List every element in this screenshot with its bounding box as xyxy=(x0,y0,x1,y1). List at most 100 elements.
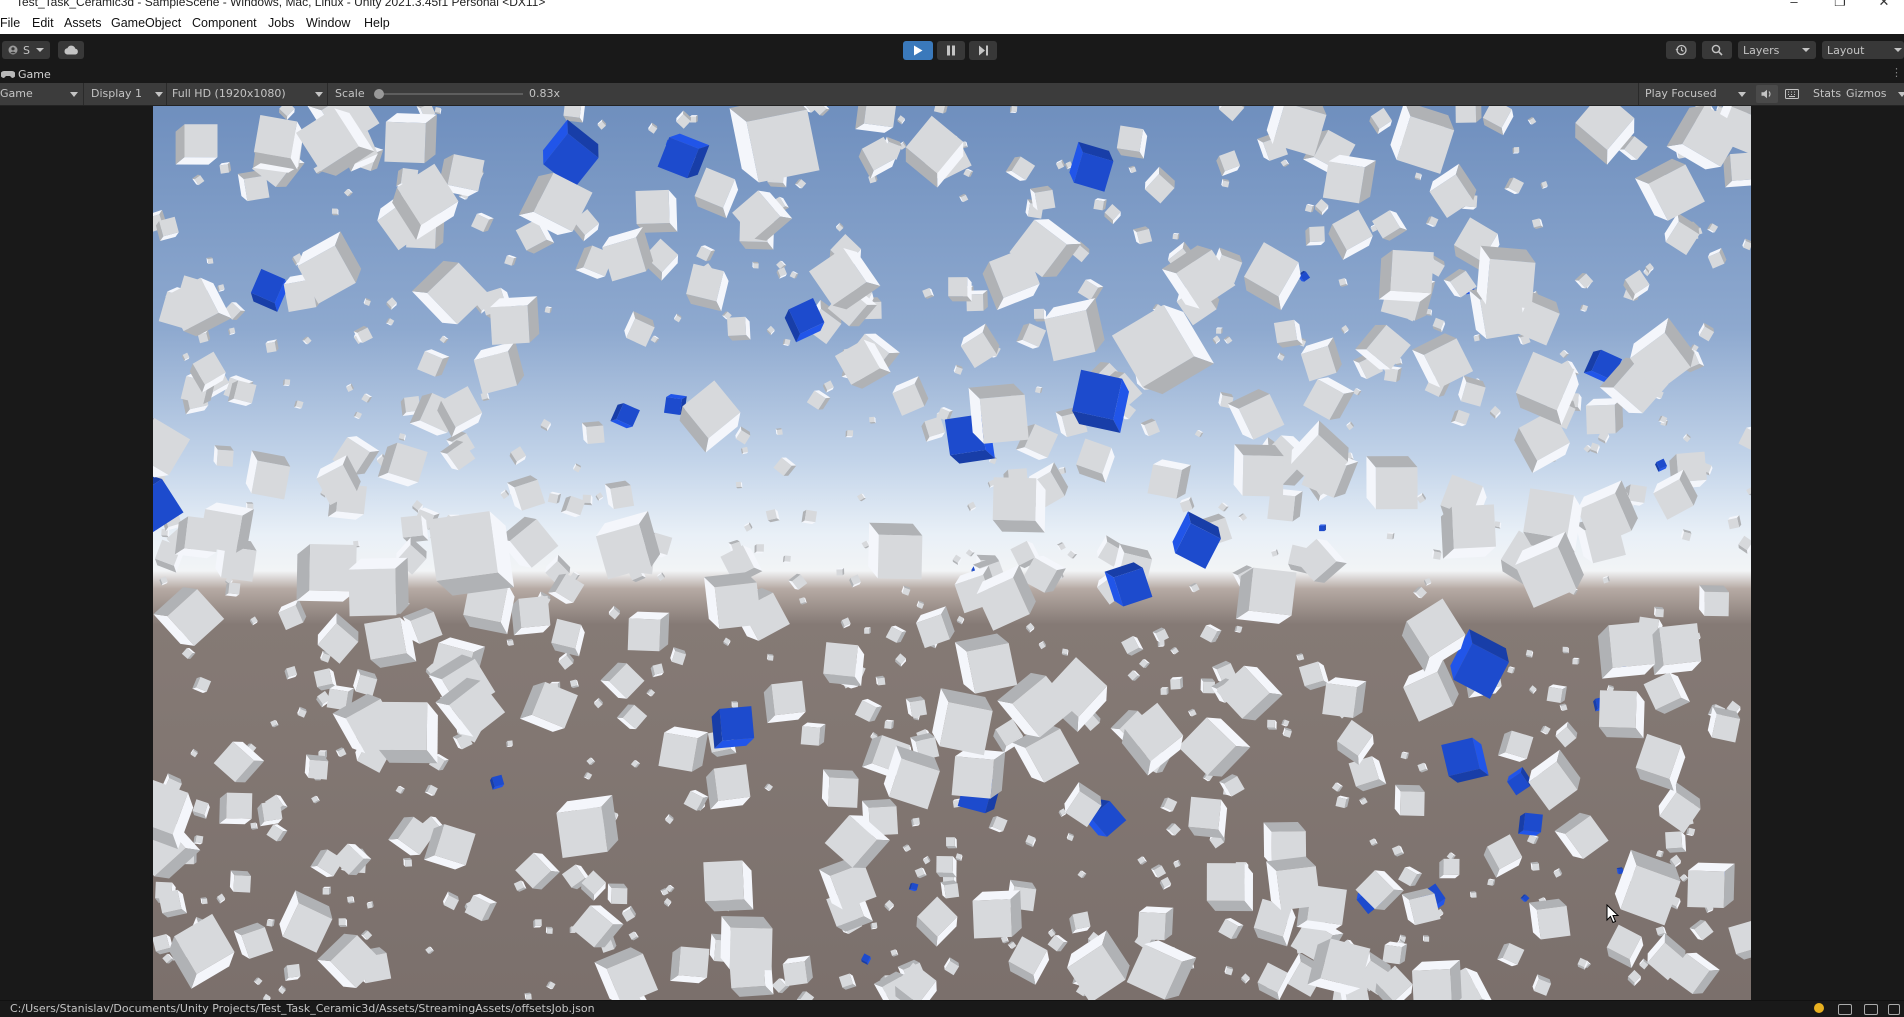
game-viewport[interactable] xyxy=(153,106,1751,1000)
cube-face xyxy=(185,124,218,157)
white-cube xyxy=(670,647,686,665)
stats-button[interactable]: Stats xyxy=(1813,86,1841,102)
cube-face xyxy=(1390,250,1433,293)
white-cube xyxy=(501,489,509,499)
white-cube xyxy=(1433,318,1446,333)
white-cube xyxy=(898,115,905,124)
cube-face xyxy=(1034,309,1044,319)
cube-face xyxy=(507,740,513,746)
white-cube xyxy=(864,627,871,634)
menu-component[interactable]: Component xyxy=(192,16,257,30)
white-cube xyxy=(695,168,739,219)
close-icon[interactable]: ✕ xyxy=(1876,0,1892,10)
layout-dropdown[interactable]: Layout xyxy=(1822,41,1904,59)
white-cube xyxy=(507,639,514,646)
white-cube xyxy=(546,927,553,934)
cube-face xyxy=(1656,609,1664,617)
cube-face xyxy=(526,994,532,1000)
view-mode-dropdown[interactable]: Game xyxy=(0,86,80,102)
white-cube xyxy=(735,426,750,444)
white-cube xyxy=(1382,942,1407,965)
pause-icon xyxy=(946,45,956,56)
resolution-dropdown[interactable]: Full HD (1920x1080) xyxy=(172,86,327,102)
cube-face xyxy=(636,190,670,224)
white-cube xyxy=(514,880,527,891)
menu-jobs[interactable]: Jobs xyxy=(268,16,294,30)
resolution-label: Full HD (1920x1080) xyxy=(172,87,286,100)
cloud-button[interactable] xyxy=(58,41,84,59)
scale-label: Scale xyxy=(335,86,365,102)
cube-face xyxy=(1376,467,1418,509)
lighting-icon[interactable] xyxy=(1814,1003,1824,1013)
white-cube xyxy=(257,801,282,827)
tab-game[interactable]: Game xyxy=(0,66,59,83)
white-cube xyxy=(764,681,806,723)
blue-cube xyxy=(1072,370,1129,433)
gizmos-dropdown[interactable]: Gizmos xyxy=(1846,86,1904,102)
white-cube xyxy=(602,227,653,281)
white-cube xyxy=(596,492,604,501)
white-cube xyxy=(1532,218,1543,229)
cube-face xyxy=(715,583,762,630)
white-cube xyxy=(1683,434,1690,443)
cube-face xyxy=(1433,551,1441,559)
debug-icon[interactable] xyxy=(1864,1004,1878,1015)
white-cube xyxy=(425,785,438,796)
cube-face xyxy=(349,569,397,617)
play-button[interactable] xyxy=(903,41,933,60)
menu-file[interactable]: File xyxy=(0,16,20,30)
white-cube xyxy=(906,116,964,188)
white-cube xyxy=(1541,181,1548,189)
cube-face xyxy=(1322,683,1357,718)
white-cube xyxy=(594,698,603,709)
more-options-icon[interactable]: ⋮ xyxy=(1891,66,1902,80)
white-cube xyxy=(807,390,831,410)
white-cube xyxy=(570,680,579,689)
white-cube xyxy=(1681,529,1692,541)
white-cube xyxy=(1531,862,1540,871)
white-cube xyxy=(855,106,897,133)
pause-button[interactable] xyxy=(937,41,965,60)
white-cube xyxy=(332,209,339,216)
menu-window[interactable]: Window xyxy=(306,16,350,30)
cube-face xyxy=(309,760,329,780)
history-button[interactable] xyxy=(1666,41,1696,59)
menu-edit[interactable]: Edit xyxy=(32,16,54,30)
restore-icon[interactable]: ❐ xyxy=(1832,0,1848,10)
white-cube xyxy=(1456,106,1482,123)
white-cube xyxy=(1170,647,1179,654)
white-cube xyxy=(1686,828,1695,836)
cube-face xyxy=(1471,893,1476,898)
cube-face xyxy=(1382,945,1402,965)
scale-slider-handle[interactable] xyxy=(374,89,384,99)
search-button[interactable] xyxy=(1702,41,1732,59)
step-button[interactable] xyxy=(969,41,997,60)
white-cube xyxy=(1303,377,1354,420)
cube-face xyxy=(405,860,412,867)
white-cube xyxy=(1180,497,1195,513)
layout-label: Layout xyxy=(1827,44,1864,57)
white-cube xyxy=(1067,551,1077,559)
mute-audio-button[interactable] xyxy=(1756,85,1778,103)
account-button[interactable]: S xyxy=(2,41,50,59)
play-mode-dropdown[interactable]: Play Focused xyxy=(1645,86,1747,102)
settings-icon[interactable] xyxy=(1888,1004,1900,1015)
menu-gameobject[interactable]: GameObject xyxy=(111,16,181,30)
menu-assets[interactable]: Assets xyxy=(64,16,102,30)
blue-cube xyxy=(610,403,640,428)
layers-dropdown[interactable]: Layers xyxy=(1738,41,1816,59)
white-cube xyxy=(471,213,494,232)
cube-face xyxy=(801,726,821,746)
white-cube xyxy=(573,463,581,472)
scale-slider[interactable] xyxy=(376,93,523,95)
white-cube xyxy=(1026,623,1035,633)
minimize-icon[interactable]: – xyxy=(1786,0,1802,9)
menu-help[interactable]: Help xyxy=(364,16,390,30)
shortcuts-button[interactable] xyxy=(1781,85,1803,103)
cube-face xyxy=(202,899,208,905)
white-cube xyxy=(622,906,636,922)
cube-face xyxy=(973,899,1012,938)
display-dropdown[interactable]: Display 1 xyxy=(91,86,163,102)
cube-face xyxy=(1523,488,1574,539)
inbox-icon[interactable] xyxy=(1838,1004,1852,1015)
